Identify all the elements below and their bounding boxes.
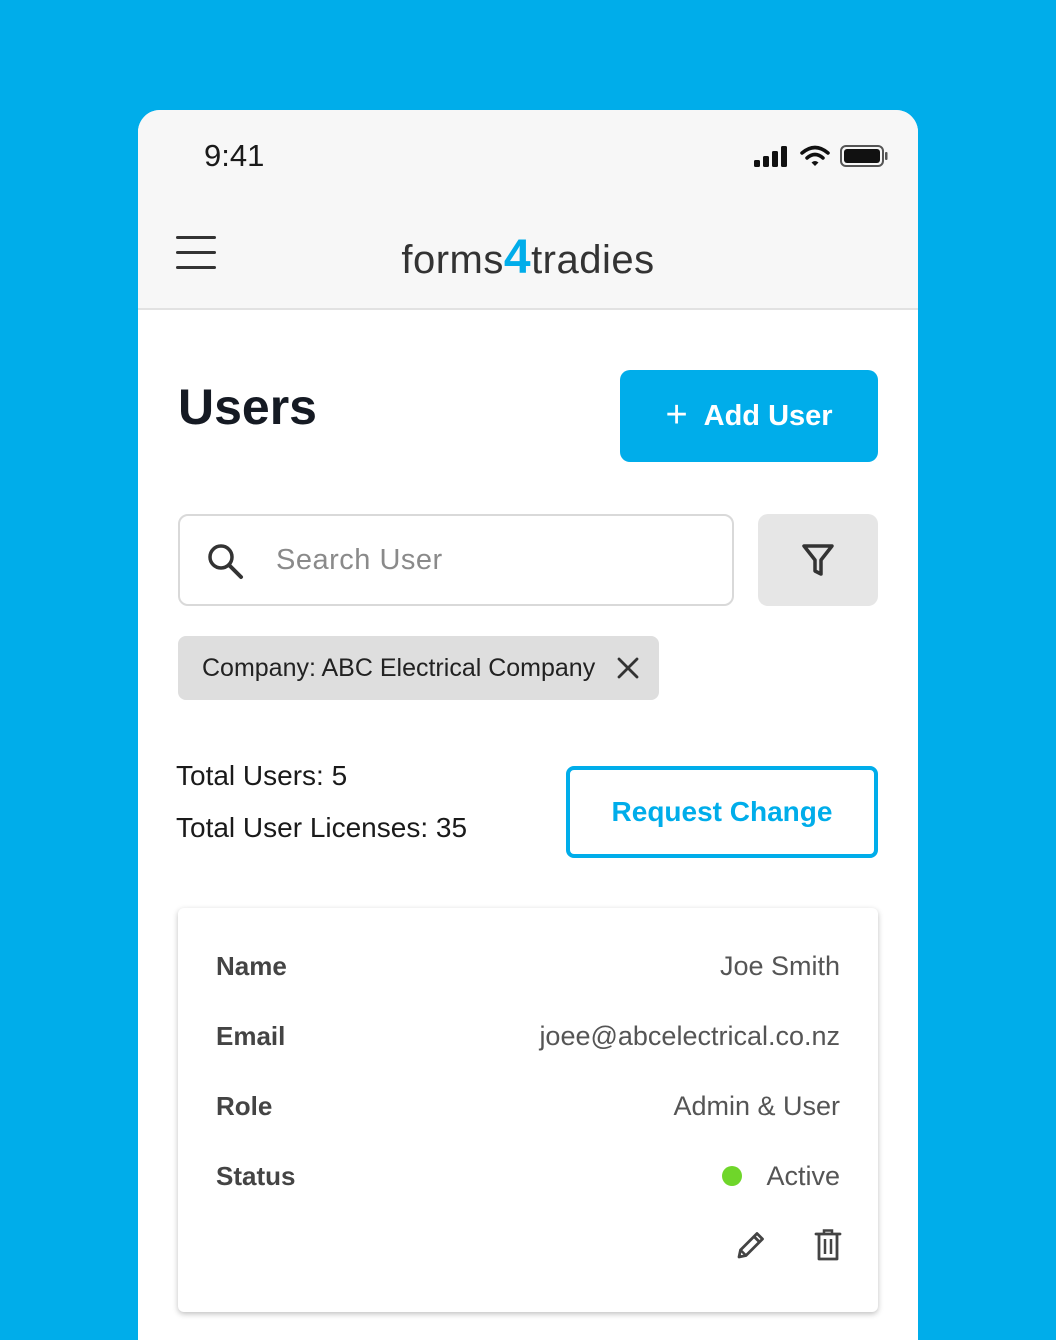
- company-filter-chip: Company: ABC Electrical Company: [178, 636, 660, 700]
- phone-screen: 9:41 forms4tradies Users + Add User Sear…: [138, 110, 918, 1340]
- status-time: 9:41: [204, 138, 265, 173]
- user-status-row: Status Active: [216, 1156, 840, 1196]
- license-summary: Total Users: 5 Total User Licenses: 35: [176, 760, 467, 864]
- page-title: Users: [178, 379, 317, 435]
- close-icon[interactable]: [617, 657, 639, 679]
- add-user-button[interactable]: + Add User: [620, 370, 878, 462]
- edit-pencil-icon[interactable]: [734, 1228, 768, 1262]
- user-card: Name Joe Smith Email joee@abcelectrical.…: [178, 908, 878, 1312]
- user-role: Admin & User: [673, 1090, 840, 1121]
- request-change-button[interactable]: Request Change: [566, 766, 878, 858]
- total-licenses: Total User Licenses: 35: [176, 812, 468, 843]
- user-name: Joe Smith: [719, 950, 840, 981]
- status-icons: [754, 144, 888, 168]
- user-name-row: Name Joe Smith: [216, 946, 840, 986]
- status-label: Status: [216, 1160, 296, 1191]
- wifi-icon: [800, 145, 830, 166]
- add-user-label: Add User: [703, 399, 833, 432]
- cellular-signal-icon: [754, 146, 787, 167]
- app-logo: forms4tradies: [401, 231, 655, 284]
- user-role-row: Role Admin & User: [216, 1086, 840, 1126]
- search-input[interactable]: [274, 536, 698, 584]
- user-email-row: Email joee@abcelectrical.co.nz: [216, 1016, 840, 1056]
- name-label: Name: [216, 950, 287, 981]
- filter-icon: [802, 544, 834, 576]
- status-dot-icon: [722, 1166, 743, 1186]
- search-icon: [208, 544, 243, 579]
- user-status: Active: [722, 1161, 840, 1192]
- role-label: Role: [216, 1090, 273, 1121]
- email-label: Email: [216, 1020, 286, 1051]
- battery-icon: [840, 145, 888, 167]
- delete-trash-icon[interactable]: [814, 1228, 842, 1262]
- user-email: joee@abcelectrical.co.nz: [539, 1020, 840, 1051]
- search-box: [178, 514, 734, 606]
- filter-button[interactable]: [758, 514, 878, 606]
- user-status-text: Active: [766, 1160, 840, 1191]
- app-header: forms4tradies: [138, 200, 918, 310]
- plus-icon: +: [665, 393, 688, 436]
- status-bar: 9:41: [138, 110, 918, 200]
- user-actions: [734, 1228, 842, 1262]
- filter-chip-label: Company: ABC Electrical Company: [202, 653, 596, 682]
- total-users: Total Users: 5: [176, 760, 348, 791]
